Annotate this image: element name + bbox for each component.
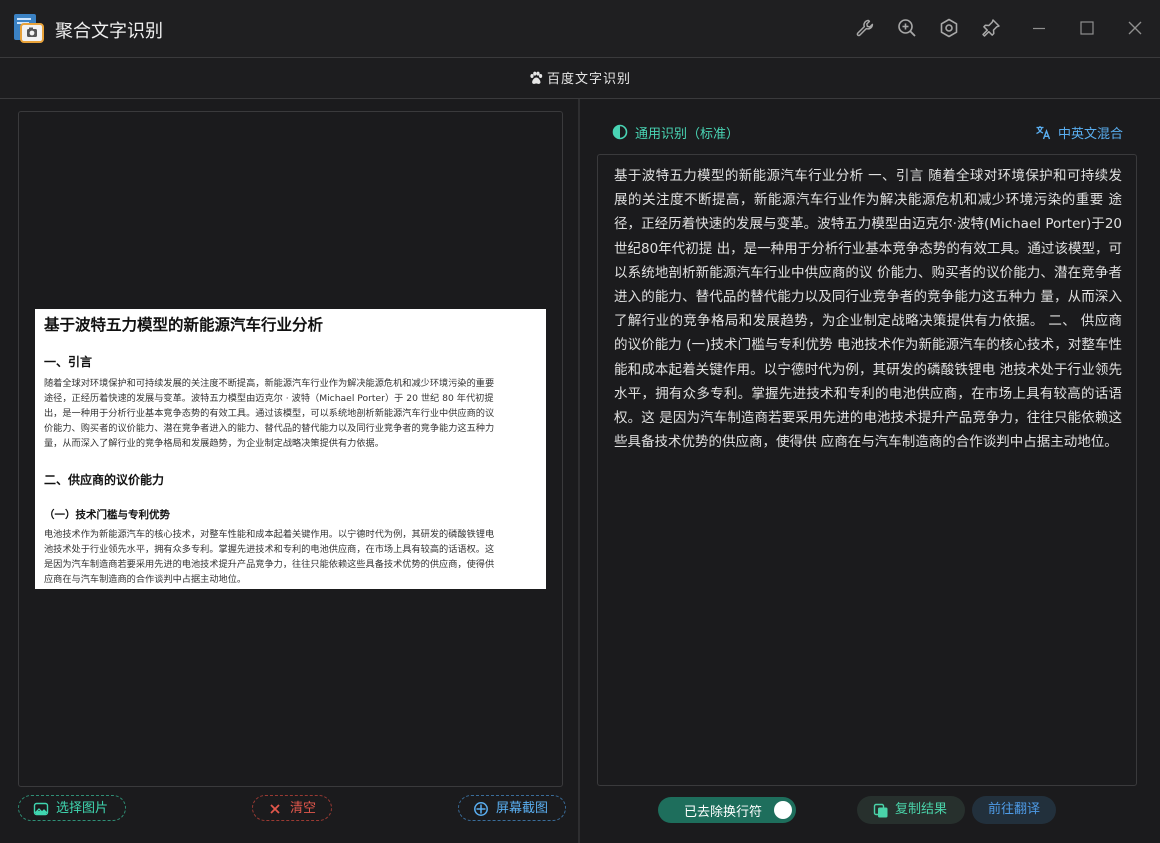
translate-icon — [1035, 124, 1051, 140]
remove-linebreaks-toggle[interactable]: 已去除换行符 — [658, 797, 796, 823]
toggle-knob — [774, 801, 792, 819]
title-bar: 聚合文字识别 — [0, 0, 1160, 58]
copy-icon — [873, 802, 889, 818]
engine-label: 百度文字识别 — [546, 72, 631, 87]
preview-paragraph: 随着全球对环境保护和可持续发展的关注度不断提高，新能源汽车行业作为解决能源危机和… — [44, 378, 495, 449]
image-preview-area[interactable]: 基于波特五力模型的新能源汽车行业分析 一、引言 随着全球对环境保护和可持续发展的… — [18, 111, 563, 787]
select-image-button[interactable]: 选择图片 — [18, 795, 126, 821]
language-label: 中英文混合 — [1058, 127, 1124, 142]
go-translate-button[interactable]: 前往翻译 — [972, 796, 1056, 824]
hexagon-settings-icon[interactable] — [938, 17, 960, 39]
copy-result-button[interactable]: 复制结果 — [857, 796, 965, 824]
clear-button[interactable]: 清空 — [252, 795, 332, 821]
maximize-icon[interactable] — [1076, 17, 1098, 39]
copy-result-label: 复制结果 — [895, 802, 948, 817]
crosshair-icon — [473, 801, 489, 817]
ocr-engine-bar[interactable]: 百度文字识别 — [0, 58, 1160, 99]
screenshot-button[interactable]: 屏幕截图 — [458, 795, 566, 821]
close-x-icon — [267, 801, 283, 817]
preview-document-image: 基于波特五力模型的新能源汽车行业分析 一、引言 随着全球对环境保护和可持续发展的… — [35, 309, 546, 589]
app-title: 聚合文字识别 — [55, 21, 163, 42]
wrench-icon[interactable] — [854, 17, 876, 39]
left-panel: 基于波特五力模型的新能源汽车行业分析 一、引言 随着全球对环境保护和可持续发展的… — [0, 99, 578, 843]
clear-label: 清空 — [290, 801, 317, 816]
close-icon[interactable] — [1124, 17, 1146, 39]
minimize-icon[interactable] — [1028, 17, 1050, 39]
preview-paragraph: 电池技术作为新能源汽车的核心技术，对整车性能和成本起着关键作用。以宁德时代为例，… — [44, 529, 495, 585]
select-image-label: 选择图片 — [56, 801, 109, 816]
toggle-label: 已去除换行符 — [684, 805, 763, 820]
right-panel: 通用识别（标准） 中英文混合 基于波特五力模型的新能源汽车行业分析 一、引言 随… — [580, 99, 1160, 843]
screenshot-label: 屏幕截图 — [496, 801, 549, 816]
preview-section-heading: 二、供应商的议价能力 — [44, 473, 165, 487]
preview-title: 基于波特五力模型的新能源汽车行业分析 — [44, 316, 324, 334]
pin-icon[interactable] — [980, 17, 1002, 39]
preview-section-heading: 一、引言 — [44, 355, 93, 369]
app-logo-icon — [12, 12, 46, 46]
mode-label: 通用识别（标准） — [635, 127, 740, 142]
mode-icon — [612, 124, 628, 140]
recognized-text[interactable]: 基于波特五力模型的新能源汽车行业分析 一、引言 随着全球对环境保护和可持续发展的… — [614, 164, 1122, 454]
engine-selector[interactable]: 百度文字识别 — [0, 68, 1160, 87]
image-icon — [33, 801, 49, 817]
paw-icon — [529, 71, 543, 85]
preview-subsection-heading: （一）技术门槛与专利优势 — [44, 509, 170, 521]
result-textarea[interactable]: 基于波特五力模型的新能源汽车行业分析 一、引言 随着全球对环境保护和可持续发展的… — [597, 154, 1137, 786]
zoom-in-icon[interactable] — [896, 17, 918, 39]
